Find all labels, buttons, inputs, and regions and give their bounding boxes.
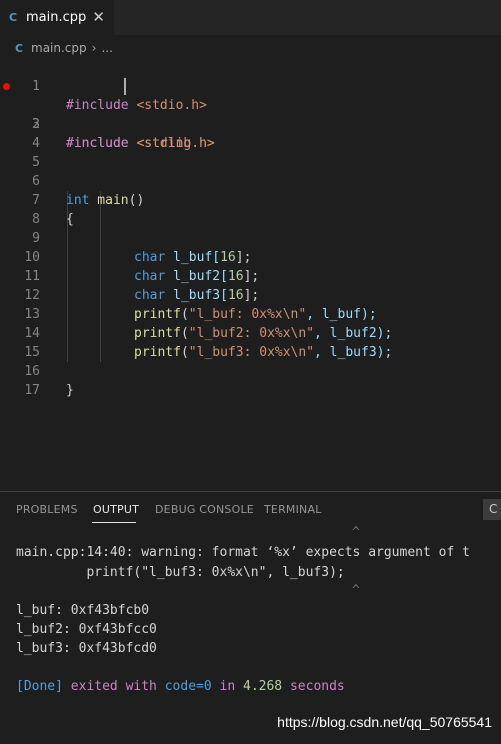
chevron-right-icon: › [91, 41, 97, 55]
code-line: 5 [0, 134, 501, 170]
output-warning-code: printf("l_buf3: 0x%x\n", l_buf3); [16, 565, 345, 580]
tab-debug-console[interactable]: DEBUG CONSOLE [155, 503, 254, 516]
code-line: 6 int main() [0, 153, 501, 208]
panel-tabs: PROBLEMS OUTPUT DEBUG CONSOLE TERMINAL C [0, 492, 501, 526]
code-line: 11 char l_buf3[16]; [0, 248, 501, 303]
text-cursor [124, 78, 126, 95]
done-text: seconds [282, 679, 345, 694]
output-done-line: [Done] exited with code=0 in 4.268 secon… [16, 679, 345, 694]
code-line: 7 { [0, 172, 501, 227]
breadcrumb-file[interactable]: main.cpp [31, 41, 87, 55]
code-line: 14 printf("l_buf3: 0x%x\n", l_buf3); [0, 305, 501, 360]
output-caret: ^ [352, 583, 360, 598]
close-icon[interactable]: ✕ [92, 8, 105, 26]
code-editor[interactable]: 1 #include <stdio.h> 2 #include <string.… [0, 58, 501, 398]
tab-terminal[interactable]: TERMINAL [264, 503, 322, 516]
tab-title: main.cpp [26, 10, 87, 25]
code-line: 10 char l_buf2[16]; [0, 229, 501, 284]
code-line: 15 [0, 324, 501, 360]
code-line: 2 #include <string.h> [0, 77, 501, 151]
tab-output[interactable]: OUTPUT [93, 503, 139, 516]
code-line: 17 [0, 362, 501, 398]
code-line: 1 #include <stdio.h> [0, 58, 501, 113]
panel-action-button[interactable]: C [483, 499, 501, 520]
output-line: l_buf: 0xf43bfcb0 [16, 603, 150, 618]
code-line: 16 } [0, 343, 501, 398]
code-line: 13 printf("l_buf2: 0x%x\n", l_buf2); [0, 286, 501, 341]
code-line: 4 [0, 115, 501, 151]
breadcrumb: C main.cpp › ... [15, 39, 113, 57]
done-tag: [Done] [16, 679, 63, 694]
output-warning: main.cpp:14:40: warning: format ‘%x’ exp… [16, 545, 470, 560]
code-line: 8 [0, 191, 501, 227]
done-time: 4.268 [243, 679, 283, 694]
output-line: l_buf3: 0xf43bfcd0 [16, 641, 157, 656]
watermark: https://blog.csdn.net/qq_50765541 [277, 714, 492, 730]
line-number: 17 [24, 383, 40, 398]
breadcrumb-more[interactable]: ... [101, 41, 112, 55]
output-line: l_buf2: 0xf43bfcc0 [16, 622, 157, 637]
code-line: 9 char l_buf[16]; [0, 210, 501, 265]
code-line: 3 #include <stdlib.h> [0, 96, 501, 151]
tab-main-cpp[interactable]: C main.cpp ✕ [0, 0, 114, 35]
done-text: in [211, 679, 243, 694]
bottom-panel: PROBLEMS OUTPUT DEBUG CONSOLE TERMINAL C… [0, 491, 501, 744]
output-caret: ^ [352, 525, 360, 540]
cpp-file-icon: C [15, 41, 24, 55]
tab-problems[interactable]: PROBLEMS [16, 503, 78, 516]
code-token: } [66, 383, 74, 398]
active-tab-indicator [92, 522, 136, 523]
cpp-file-icon: C [9, 11, 18, 24]
editor-tab-bar: C main.cpp ✕ [0, 0, 501, 35]
code-line: 12 printf("l_buf: 0x%x\n", l_buf); [0, 267, 501, 322]
done-text: exited with [62, 679, 165, 694]
breakpoint-icon[interactable] [3, 83, 10, 90]
done-code: code=0 [164, 679, 212, 694]
